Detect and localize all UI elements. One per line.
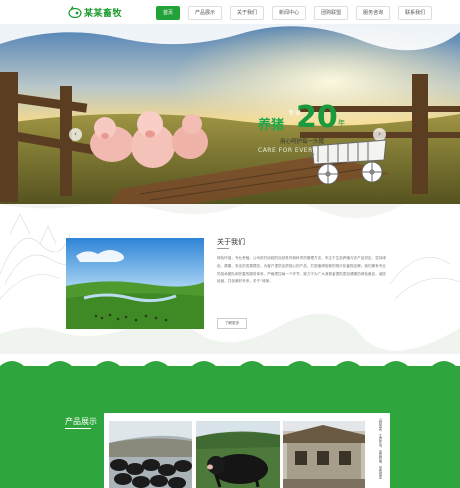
nav-contact[interactable]: 联系我们 (398, 6, 433, 20)
logo[interactable]: 某某畜牧 (68, 3, 122, 21)
about-title: 关于我们 (217, 238, 245, 246)
products-side-caption: 山林放养，生态环境，肉质鲜美，营养健康 (378, 418, 382, 479)
cart-illustration (308, 139, 387, 185)
main-nav: 首页 产品展示 关于我们 新闻中心 团购联盟 服务咨询 联系我们 (156, 6, 440, 20)
products-wave (0, 361, 460, 374)
nav-products[interactable]: 产品展示 (188, 6, 223, 20)
about-more-button[interactable]: 了解更多 (217, 318, 247, 329)
about-title-divider (217, 248, 229, 249)
grassland-photo[interactable] (66, 238, 204, 329)
products-title: 产品展示 (65, 417, 97, 426)
nav-about[interactable]: 关于我们 (230, 6, 265, 20)
brand-name: 某某畜牧 (84, 8, 123, 19)
slogan-main: 养猪 (258, 118, 285, 133)
about-body: 绿色环保，专业养殖。公司依托优越的自然条件和科学的管理方法，专注于生态养殖与农产… (217, 256, 386, 284)
pig-logo-icon (68, 6, 82, 18)
header: 某某畜牧 首页 产品展示 关于我们 新闻中心 团购联盟 服务咨询 联系我们 (0, 0, 460, 25)
nav-news[interactable]: 新闻中心 (272, 6, 307, 20)
nav-service[interactable]: 服务咨询 (356, 6, 391, 20)
nav-group-buy[interactable]: 团购联盟 (314, 6, 349, 20)
nav-home[interactable]: 首页 (156, 6, 181, 20)
hero-banner: 专业 养猪 20 年 用心呵护每一头猪 CARE FOR EVERY PIG W… (0, 24, 460, 204)
product-image-black-pigs[interactable] (109, 421, 192, 488)
product-image-pig-field[interactable] (196, 421, 280, 488)
products-title-divider (65, 428, 91, 429)
slogan-number: 20 (296, 100, 338, 135)
slogan-unit: 年 (338, 119, 345, 127)
product-image-stone-house[interactable] (283, 421, 365, 488)
banner-prev-button[interactable]: ‹ (69, 128, 82, 141)
about-section: 关于我们 绿色环保，专业养殖。公司依托优越的自然条件和科学的管理方法，专注于生态… (0, 204, 460, 354)
